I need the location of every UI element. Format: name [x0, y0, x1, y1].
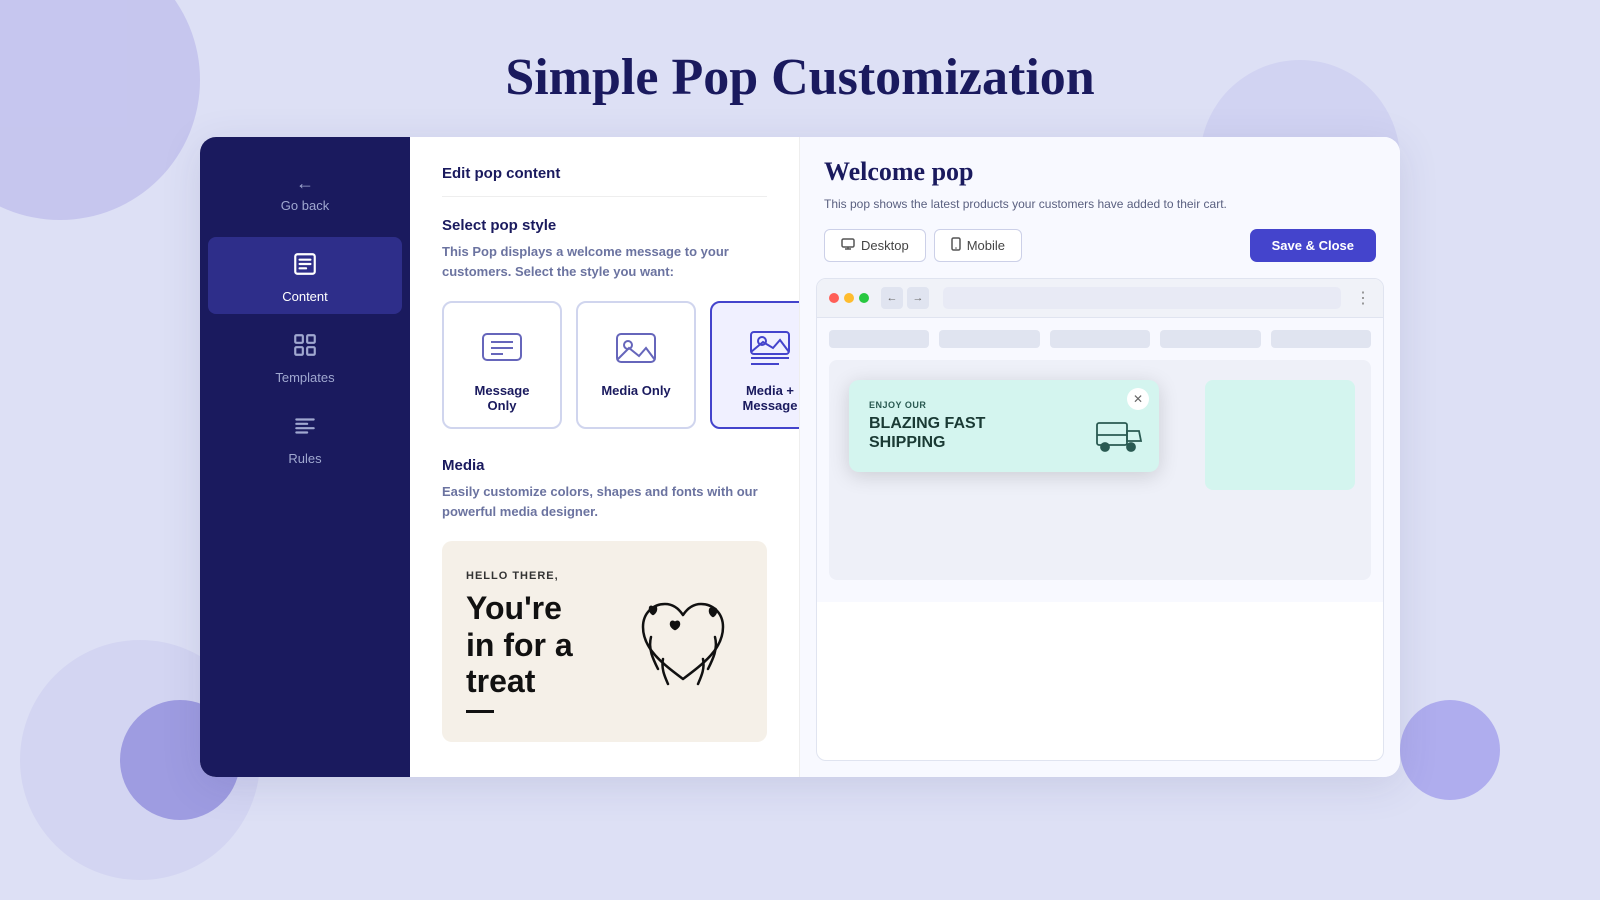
maximize-dot — [859, 293, 869, 303]
media-section-title: Media — [442, 457, 767, 474]
view-toggle: Desktop Mobile — [824, 229, 1022, 262]
style-section-desc: This Pop displays a welcome message to y… — [442, 242, 767, 281]
browser-mock: ← → ⋮ ✕ ENJOY OUR — [816, 278, 1384, 761]
save-close-button[interactable]: Save & Close — [1250, 229, 1376, 262]
mock-nav-bar — [829, 330, 1371, 348]
media-headline: You're in for a treat — [466, 590, 573, 700]
content-icon — [292, 251, 318, 283]
mock-nav-link-3 — [1160, 330, 1260, 348]
preview-panel: Welcome pop This pop shows the latest pr… — [800, 137, 1400, 777]
section-header: Edit pop content — [442, 165, 767, 197]
sidebar-item-content[interactable]: Content — [208, 237, 402, 314]
media-only-icon — [612, 327, 660, 369]
popup-overlay: ✕ ENJOY OUR BLAZING FAST SHIPPING — [849, 380, 1159, 472]
close-dot — [829, 293, 839, 303]
back-arrow-icon: ← — [296, 173, 314, 194]
preview-desc: This pop shows the latest products your … — [824, 195, 1244, 213]
sidebar-item-templates[interactable]: Templates — [208, 318, 402, 395]
browser-content: ✕ ENJOY OUR BLAZING FAST SHIPPING — [817, 318, 1383, 602]
templates-label: Templates — [275, 370, 334, 385]
message-only-icon — [478, 327, 526, 369]
mobile-icon — [951, 237, 961, 254]
style-cards-container: Message Only Media Only — [442, 301, 767, 429]
media-hello: HELLO THERE, — [466, 570, 573, 582]
media-only-label: Media Only — [601, 383, 670, 398]
desktop-label: Desktop — [861, 238, 909, 253]
preview-header: Welcome pop This pop shows the latest pr… — [800, 137, 1400, 278]
style-section-title: Select pop style — [442, 217, 767, 234]
headline-line2: in for a — [466, 627, 573, 663]
style-card-media-only[interactable]: Media Only — [576, 301, 696, 429]
browser-back-button[interactable]: ← — [881, 287, 903, 309]
media-text-block: HELLO THERE, You're in for a treat — [466, 570, 573, 713]
main-panel: ← Go back Content — [200, 137, 1400, 777]
go-back-label: Go back — [281, 198, 329, 213]
headline-line3: treat — [466, 663, 535, 699]
mock-nav-link-4 — [1271, 330, 1371, 348]
sidebar: ← Go back Content — [200, 137, 410, 777]
browser-dots — [829, 293, 869, 303]
media-illustration — [623, 569, 743, 714]
mock-nav-logo — [829, 330, 929, 348]
mock-content-area: ✕ ENJOY OUR BLAZING FAST SHIPPING — [829, 360, 1371, 580]
mock-nav-link-2 — [1050, 330, 1150, 348]
sidebar-item-rules[interactable]: Rules — [208, 399, 402, 476]
style-card-message-only[interactable]: Message Only — [442, 301, 562, 429]
browser-nav: ← → — [881, 287, 929, 309]
media-dash — [466, 710, 494, 713]
preview-title: Welcome pop — [824, 157, 1376, 187]
page-title: Simple Pop Customization — [0, 0, 1600, 137]
browser-menu-icon[interactable]: ⋮ — [1355, 288, 1371, 308]
media-message-icon — [746, 327, 794, 369]
mock-nav-link-1 — [939, 330, 1039, 348]
mobile-view-button[interactable]: Mobile — [934, 229, 1022, 262]
popup-close-button[interactable]: ✕ — [1127, 388, 1149, 410]
templates-icon — [292, 332, 318, 364]
browser-forward-button[interactable]: → — [907, 287, 929, 309]
rules-icon — [292, 413, 318, 445]
popup-small-text: ENJOY OUR — [869, 400, 1139, 410]
preview-toolbar: Desktop Mobile Save & Close — [824, 229, 1376, 262]
media-message-label: Media + Message — [728, 383, 800, 413]
truck-illustration — [1095, 413, 1145, 460]
rules-label: Rules — [288, 451, 321, 466]
browser-bar: ← → ⋮ — [817, 279, 1383, 318]
desktop-icon — [841, 238, 855, 253]
style-card-media-message[interactable]: Media + Message — [710, 301, 800, 429]
media-section-desc: Easily customize colors, shapes and font… — [442, 482, 767, 521]
message-only-label: Message Only — [460, 383, 544, 413]
desktop-view-button[interactable]: Desktop — [824, 229, 926, 262]
media-preview: HELLO THERE, You're in for a treat — [442, 541, 767, 742]
browser-url-bar[interactable] — [943, 287, 1341, 309]
minimize-dot — [844, 293, 854, 303]
content-label: Content — [282, 289, 328, 304]
mobile-label: Mobile — [967, 238, 1005, 253]
content-editor-panel: Edit pop content Select pop style This P… — [410, 137, 800, 777]
headline-line1: You're — [466, 590, 562, 626]
popup-headline-line1: BLAZING FAST — [869, 415, 985, 432]
go-back-button[interactable]: ← Go back — [208, 159, 402, 223]
popup-headline-line2: SHIPPING — [869, 434, 945, 451]
popup-right-card — [1205, 380, 1355, 490]
